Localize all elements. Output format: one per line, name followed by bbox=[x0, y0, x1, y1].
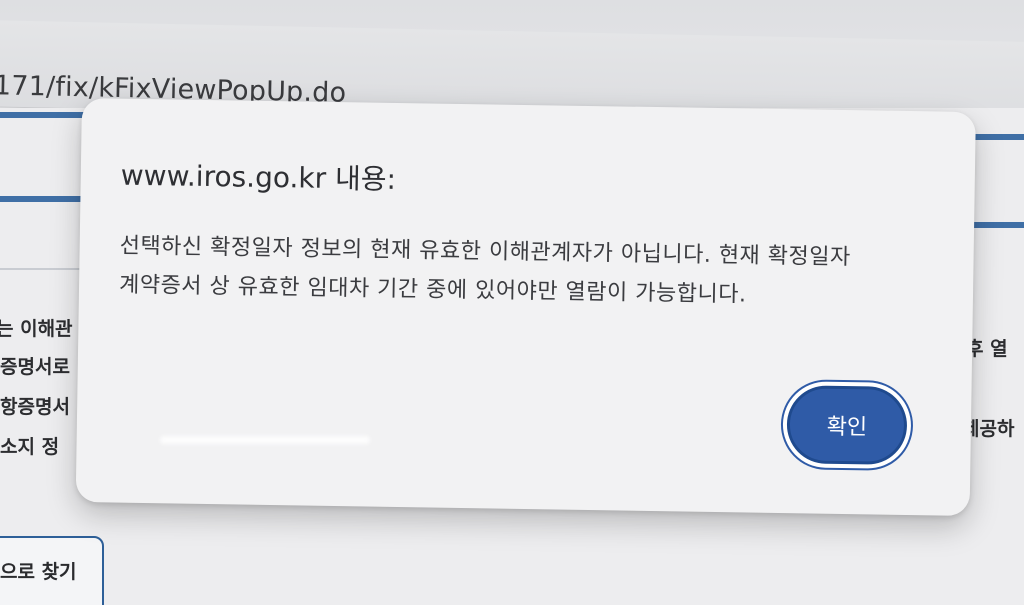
background-text-line: 증명서로 bbox=[0, 356, 70, 378]
alert-dialog: www.iros.go.kr 내용: 선택하신 확정일자 정보의 현재 유효한 … bbox=[75, 98, 976, 516]
screen-glare bbox=[160, 436, 370, 444]
background-text-line: 소지 정 bbox=[0, 436, 60, 458]
screen: p171/fix/kFixViewPopUp.do 는 이해관 증명서로 항증명… bbox=[0, 0, 1024, 605]
find-button-label: 으로 찾기 bbox=[0, 561, 77, 583]
dialog-message: 선택하신 확정일자 정보의 현재 유효한 이해관계자가 아닙니다. 현재 확정일… bbox=[118, 233, 851, 308]
dialog-title: www.iros.go.kr 내용: bbox=[120, 158, 397, 196]
background-text-line: 는 이해관 bbox=[0, 318, 73, 340]
background-text-line: 항증명서 bbox=[0, 396, 70, 418]
ok-button[interactable]: 확인 bbox=[786, 385, 908, 465]
